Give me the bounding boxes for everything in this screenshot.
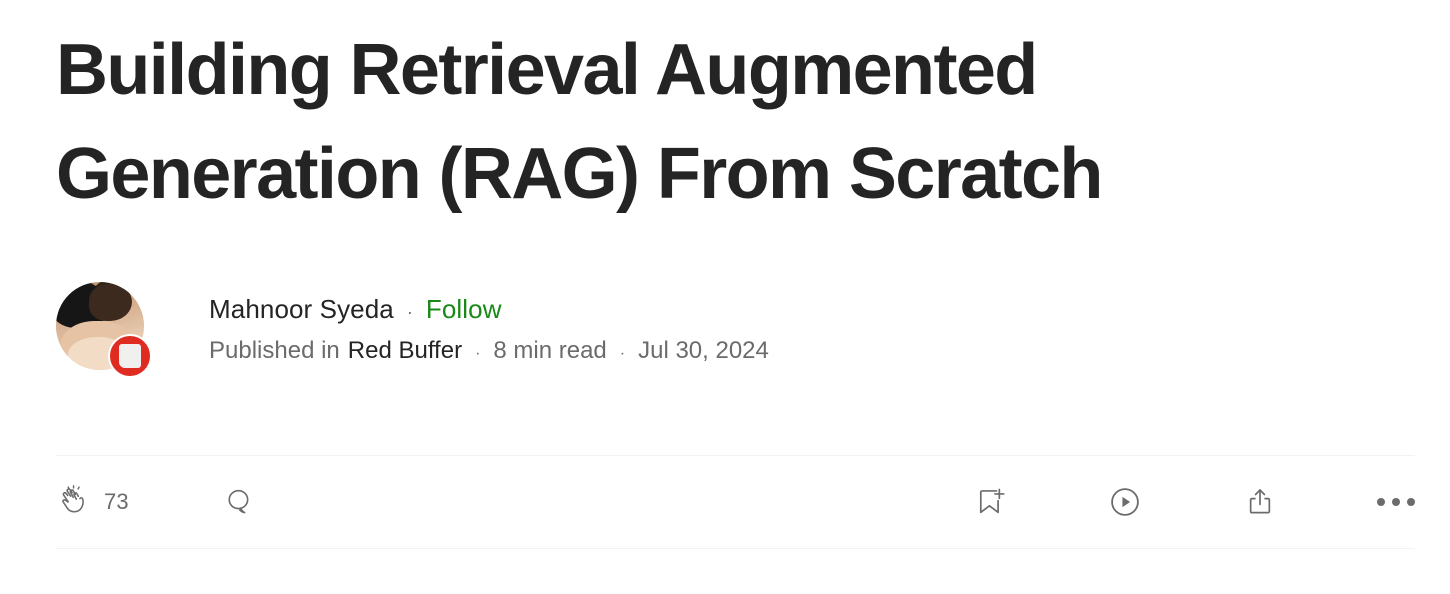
publication-name[interactable]: Red Buffer (348, 336, 462, 366)
red-buffer-logo-icon (119, 344, 141, 368)
publish-date: Jul 30, 2024 (638, 337, 769, 364)
comment-icon (223, 486, 255, 518)
avatar[interactable] (56, 282, 152, 378)
meta-separator-1: · (475, 345, 481, 362)
divider-bottom (56, 548, 1415, 549)
byline-text: Mahnoor Syeda · Follow Published in Red … (209, 282, 769, 366)
follow-button[interactable]: Follow (426, 292, 502, 326)
article-action-bar: 73 (56, 456, 1415, 548)
dot-2 (1392, 498, 1400, 506)
clap-count: 73 (104, 489, 129, 514)
publication-badge[interactable] (108, 334, 152, 378)
bookmark-button[interactable] (973, 485, 1007, 519)
listen-button[interactable] (1107, 484, 1143, 520)
published-in-label: Published in (209, 337, 340, 364)
avatar-photo-shape-2 (89, 283, 132, 321)
byline: Mahnoor Syeda · Follow Published in Red … (56, 282, 769, 378)
read-time: 8 min read (493, 337, 607, 364)
comment-button[interactable] (223, 486, 255, 518)
share-icon (1243, 485, 1277, 519)
meta-separator-2: · (619, 345, 626, 362)
clap-icon (56, 485, 90, 519)
more-options-button[interactable] (1377, 498, 1415, 506)
page-title: Building Retrieval Augmented Generation … (56, 30, 1103, 214)
dot-3 (1407, 498, 1415, 506)
action-bar-right (973, 484, 1415, 520)
dot-1 (1377, 498, 1385, 506)
bookmark-add-icon (973, 485, 1007, 519)
byline-meta-row: Published in Red Buffer · 8 min read · J… (209, 336, 769, 366)
author-name[interactable]: Mahnoor Syeda (209, 292, 394, 326)
share-button[interactable] (1243, 485, 1277, 519)
more-options-icon (1377, 498, 1415, 506)
clap-button[interactable]: 73 (56, 485, 129, 519)
article-header: Building Retrieval Augmented Generation … (0, 0, 1450, 594)
listen-play-icon (1107, 484, 1143, 520)
action-bar-left: 73 (56, 485, 255, 519)
byline-separator: · (406, 302, 413, 322)
byline-author-row: Mahnoor Syeda · Follow (209, 292, 769, 326)
